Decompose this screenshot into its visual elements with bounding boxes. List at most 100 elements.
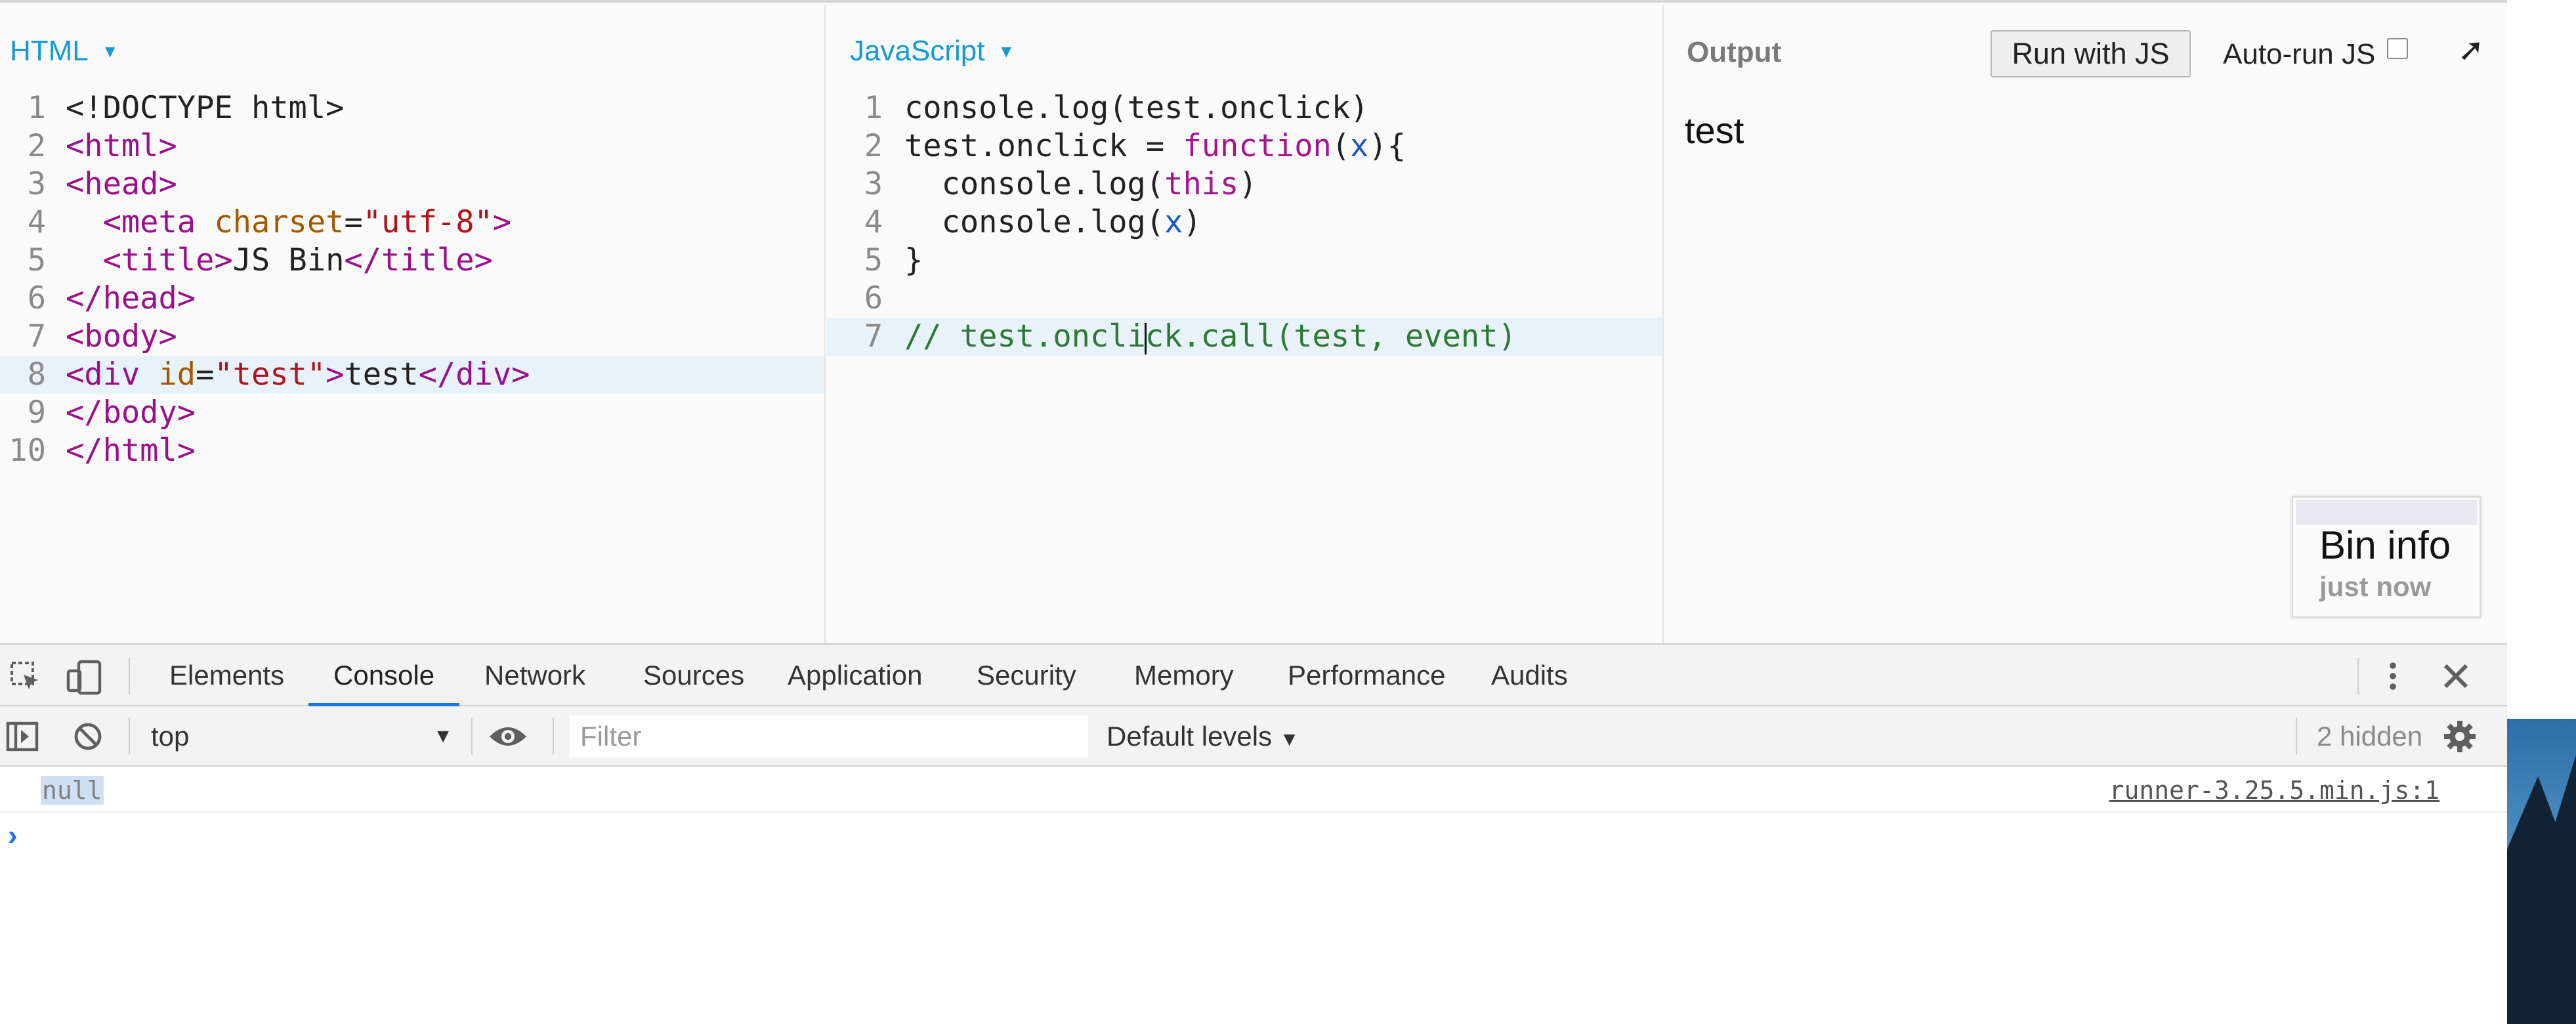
console-message-source-link[interactable]: runner-3.25.5.min.js:1 bbox=[2109, 776, 2439, 805]
tab-sources[interactable]: Sources bbox=[643, 645, 744, 706]
device-toolbar-icon[interactable] bbox=[66, 659, 104, 700]
console-toolbar: top ▼ Default levels ▼ 2 hidden bbox=[0, 706, 2507, 767]
javascript-code-editor[interactable]: 1 console.log(test.onclick) 2 test.onclick … bbox=[827, 89, 1662, 356]
console-prompt-icon[interactable]: › bbox=[8, 819, 18, 852]
code-text[interactable]: // test.onclick.call(test, event) bbox=[904, 318, 1517, 356]
code-line[interactable]: 7 // test.onclick.call(test, event) bbox=[827, 318, 1662, 356]
auto-run-js-checkbox[interactable] bbox=[2387, 38, 2409, 59]
code-line[interactable]: 3 <head> bbox=[0, 165, 824, 203]
dropdown-arrow-icon: ▼ bbox=[1279, 729, 1299, 750]
code-line[interactable]: 9 </body> bbox=[0, 394, 824, 432]
console-message-text[interactable]: null bbox=[41, 776, 104, 805]
kebab-menu-icon[interactable] bbox=[2384, 659, 2402, 698]
tab-performance[interactable]: Performance bbox=[1288, 645, 1445, 706]
code-line[interactable]: 2 test.onclick = function(x){ bbox=[827, 127, 1662, 165]
code-text[interactable]: <body> bbox=[66, 318, 177, 356]
code-line[interactable]: 2 <html> bbox=[0, 127, 824, 165]
html-panel-label[interactable]: HTML bbox=[10, 35, 89, 68]
tab-application[interactable]: Application bbox=[788, 645, 922, 706]
code-line[interactable]: 10 </html> bbox=[0, 432, 824, 470]
toolbar-divider bbox=[2357, 658, 2359, 694]
auto-run-js-toggle[interactable]: Auto-run JS bbox=[2223, 38, 2409, 71]
code-token: </div> bbox=[418, 356, 530, 393]
code-text[interactable]: console.log(test.onclick) bbox=[904, 89, 1368, 127]
show-sidebar-icon[interactable] bbox=[5, 721, 39, 757]
code-text[interactable]: <div id="test">test</div> bbox=[66, 356, 530, 394]
code-token: = bbox=[196, 356, 215, 393]
code-text[interactable]: </head> bbox=[66, 280, 196, 318]
html-panel-title[interactable]: HTML ▼ bbox=[10, 35, 119, 68]
code-line[interactable]: 1 console.log(test.onclick) bbox=[827, 89, 1662, 127]
javascript-editor-panel: JavaScript ▼ 1 console.log(test.onclick) 2… bbox=[827, 5, 1664, 643]
bin-info-card[interactable]: Bin info just now bbox=[2292, 496, 2481, 618]
code-token: ) bbox=[1183, 204, 1202, 240]
html-code-editor[interactable]: 1 <!DOCTYPE html> 2 <html> 3 <head> 4 <meta ch… bbox=[0, 89, 824, 470]
javascript-panel-label[interactable]: JavaScript bbox=[850, 35, 984, 68]
close-icon[interactable] bbox=[2440, 660, 2472, 696]
javascript-panel-title[interactable]: JavaScript ▼ bbox=[850, 35, 1015, 68]
chevron-down-icon[interactable]: ▼ bbox=[998, 41, 1015, 62]
desktop-background bbox=[2507, 0, 2576, 1024]
code-text[interactable]: <!DOCTYPE html> bbox=[66, 89, 344, 127]
tab-security[interactable]: Security bbox=[977, 645, 1076, 706]
tab-elements[interactable]: Elements bbox=[169, 645, 284, 706]
code-line[interactable]: 3 console.log(this) bbox=[827, 165, 1662, 203]
toolbar-divider bbox=[129, 658, 130, 694]
log-levels-dropdown[interactable]: Default levels ▼ bbox=[1107, 718, 1299, 755]
code-token: test bbox=[344, 356, 419, 393]
line-number: 6 bbox=[864, 280, 883, 316]
line-number: 4 bbox=[27, 204, 46, 240]
tab-network[interactable]: Network bbox=[484, 645, 585, 706]
code-text[interactable]: <meta charset="utf-8"> bbox=[66, 203, 512, 242]
code-line[interactable]: 5 <title>JS Bin</title> bbox=[0, 242, 824, 280]
chevron-down-icon[interactable]: ▼ bbox=[102, 41, 119, 62]
clear-console-icon[interactable] bbox=[72, 721, 104, 757]
code-text[interactable]: <head> bbox=[66, 165, 177, 203]
auto-run-js-label: Auto-run JS bbox=[2223, 38, 2376, 70]
code-line[interactable]: 7 <body> bbox=[0, 318, 824, 356]
code-token: </head> bbox=[66, 280, 196, 316]
console-filter-input[interactable] bbox=[570, 715, 1088, 757]
code-token: </title> bbox=[344, 242, 493, 278]
code-text[interactable]: <html> bbox=[66, 127, 177, 165]
toolbar-divider bbox=[129, 718, 130, 755]
code-line[interactable]: 6 </head> bbox=[0, 280, 824, 318]
run-with-js-button[interactable]: Run with JS bbox=[1991, 30, 2191, 77]
code-text[interactable]: test.onclick = function(x){ bbox=[904, 127, 1406, 165]
bin-info-strip bbox=[2296, 500, 2477, 525]
execution-context-value: top bbox=[151, 721, 190, 752]
code-token: x bbox=[1164, 204, 1183, 240]
console-output[interactable]: null runner-3.25.5.min.js:1 › bbox=[0, 767, 2507, 1024]
code-line[interactable]: 1 <!DOCTYPE html> bbox=[0, 89, 824, 127]
code-line[interactable]: 5} bbox=[827, 242, 1662, 280]
code-text[interactable]: </body> bbox=[66, 394, 196, 432]
code-line[interactable]: 8 <div id="test">test</div> bbox=[0, 356, 824, 394]
code-token: x bbox=[1350, 128, 1369, 164]
line-number: 9 bbox=[27, 395, 46, 431]
code-text[interactable]: } bbox=[904, 242, 923, 280]
line-number: 7 bbox=[864, 318, 883, 354]
inspect-element-icon[interactable] bbox=[9, 660, 43, 699]
code-line[interactable]: 4 console.log(x) bbox=[827, 203, 1662, 242]
code-token: this bbox=[1164, 166, 1239, 202]
tab-console[interactable]: Console bbox=[308, 645, 460, 706]
code-text[interactable]: </html> bbox=[66, 432, 196, 470]
line-number: 3 bbox=[864, 166, 883, 202]
code-token: > bbox=[326, 356, 345, 393]
code-token: ) bbox=[1238, 166, 1257, 202]
code-token: console.log(test.onclick) bbox=[904, 90, 1369, 126]
eye-icon[interactable] bbox=[488, 722, 528, 756]
code-text[interactable]: console.log(x) bbox=[904, 203, 1202, 242]
gear-icon[interactable] bbox=[2443, 719, 2477, 758]
code-text[interactable]: console.log(this) bbox=[904, 165, 1257, 203]
external-arrow-icon[interactable]: ➚ bbox=[2458, 32, 2484, 68]
code-token: <!DOCTYPE html> bbox=[66, 90, 345, 126]
code-line[interactable]: 6 bbox=[827, 280, 1662, 318]
tab-memory[interactable]: Memory bbox=[1134, 645, 1234, 706]
bin-info-title: Bin info bbox=[2319, 523, 2451, 567]
execution-context-select[interactable]: top ▼ bbox=[151, 719, 453, 754]
line-number: 2 bbox=[864, 128, 883, 164]
code-line[interactable]: 4 <meta charset="utf-8"> bbox=[0, 203, 824, 242]
code-text[interactable]: <title>JS Bin</title> bbox=[66, 242, 493, 280]
tab-audits[interactable]: Audits bbox=[1491, 645, 1568, 706]
